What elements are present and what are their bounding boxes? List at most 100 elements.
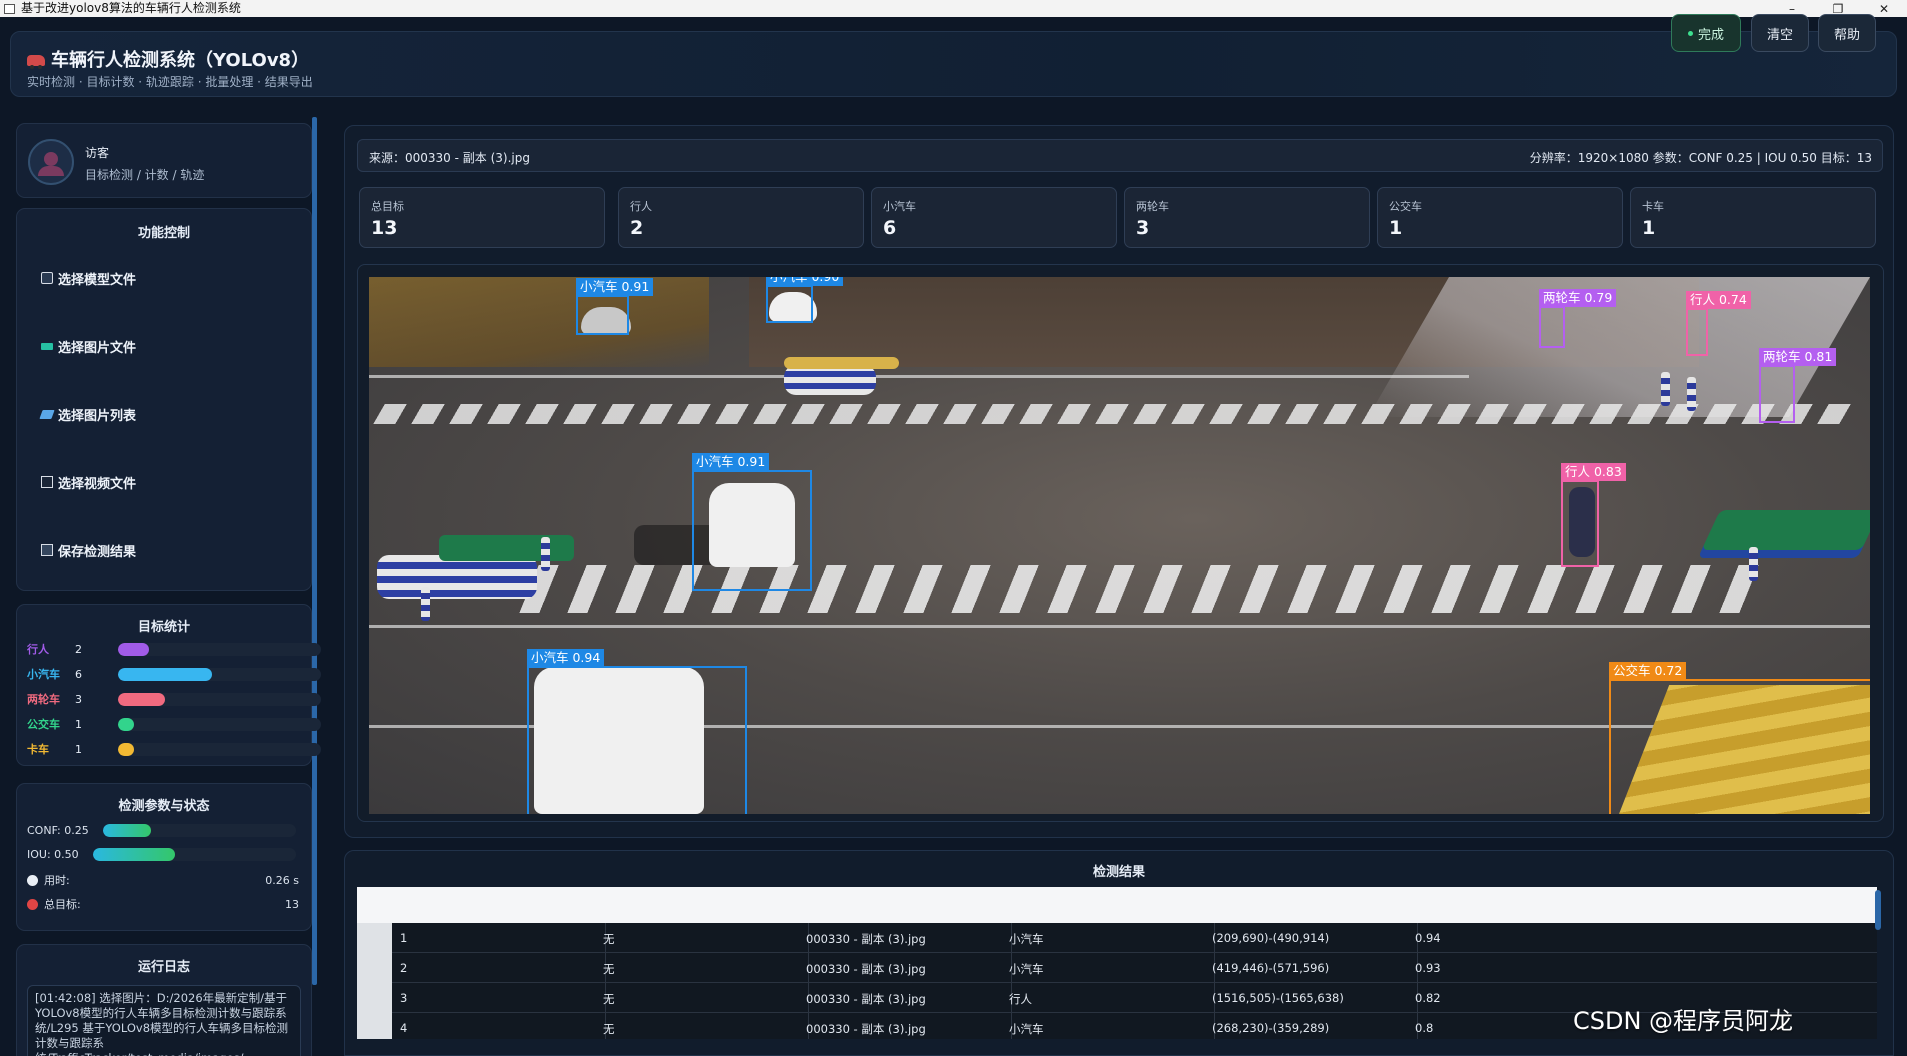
stat-label: 行人 xyxy=(27,643,49,656)
table-cell: 4 xyxy=(400,1021,408,1035)
summary-card-car: 小汽车 6 xyxy=(871,187,1117,248)
clear-button[interactable]: 清空 xyxy=(1751,14,1809,52)
bollard xyxy=(1661,372,1670,406)
table-cell: (419,446)-(571,596) xyxy=(1212,961,1330,975)
summary-value: 1 xyxy=(1642,217,1656,239)
iou-label: IOU: 0.50 xyxy=(27,847,79,861)
stat-label: 两轮车 xyxy=(27,693,60,706)
select-image-list-label: 选择图片列表 xyxy=(58,408,137,424)
user-name: 访客 xyxy=(85,146,110,160)
car-icon xyxy=(27,54,45,69)
sidebar-scrollbar[interactable] xyxy=(312,117,317,985)
save-icon xyxy=(41,544,53,556)
summary-card-bus: 公交车 1 xyxy=(1377,187,1623,248)
table-cell: (268,230)-(359,289) xyxy=(1212,1021,1330,1035)
stat-label: 卡车 xyxy=(27,743,49,756)
image-file-icon xyxy=(41,342,53,350)
stat-bar-track xyxy=(118,718,321,731)
stat-count: 1 xyxy=(75,717,82,731)
target-stats-panel: 目标统计 行人 2 小汽车 6 两轮车 3 公交车 1 卡车 1 xyxy=(16,604,321,766)
select-video-button[interactable]: 选择视频文件 xyxy=(41,468,136,496)
log-textbox[interactable]: [01:42:08] 选择图片：D:/2026年最新定制/基于YOLOv8模型的… xyxy=(27,985,301,1056)
crosswalk-top xyxy=(373,404,1865,424)
table-cell: 小汽车 xyxy=(1009,1022,1044,1036)
grass-island xyxy=(1697,510,1870,558)
summary-label: 两轮车 xyxy=(1136,200,1169,213)
image-list-icon xyxy=(39,409,55,419)
stat-bar-fill xyxy=(118,693,165,706)
table-cell: 000330 - 副本 (3).jpg xyxy=(806,962,926,976)
detection-box: 小汽车 0.91 xyxy=(692,453,812,591)
table-cell: 无 xyxy=(603,992,615,1006)
stat-label: 小汽车 xyxy=(27,668,60,681)
select-image-label: 选择图片文件 xyxy=(58,340,137,356)
app-title-text: 车辆行人检测系统（YOLOv8） xyxy=(51,50,310,71)
table-row[interactable]: 1 无 000330 - 副本 (3).jpg 小汽车 (209,690)-(490,9… xyxy=(392,923,1877,953)
summary-label: 小汽车 xyxy=(883,200,916,213)
table-scrollbar[interactable] xyxy=(1875,890,1881,930)
time-value: 0.26 s xyxy=(265,873,299,887)
table-row[interactable]: 2 无 000330 - 副本 (3).jpg 小汽车 (419,446)-(571,5… xyxy=(392,953,1877,983)
log-title: 运行日志 xyxy=(137,960,190,975)
table-cell: 000330 - 副本 (3).jpg xyxy=(806,1022,926,1036)
summary-card-pedestrian: 行人 2 xyxy=(618,187,864,248)
total-row: 总目标: 13 xyxy=(27,896,307,912)
status-label: 完成 xyxy=(1697,27,1724,43)
lane-line xyxy=(369,625,1870,628)
help-button[interactable]: 帮助 xyxy=(1818,14,1876,52)
detection-image: 小汽车 0.91 小汽车 0.90 两轮车 0.79 行人 0.74 两轮车 0… xyxy=(369,277,1870,814)
select-image-list-button[interactable]: 选择图片列表 xyxy=(39,400,137,428)
select-model-button[interactable]: 选择模型文件 xyxy=(41,264,136,292)
summary-value: 6 xyxy=(883,217,897,239)
table-cell: 0.8 xyxy=(1415,1021,1434,1035)
target-icon xyxy=(27,898,38,910)
summary-label: 公交车 xyxy=(1389,200,1422,213)
summary-card-truck: 卡车 1 xyxy=(1630,187,1876,248)
status-dot-icon xyxy=(1687,30,1693,36)
detection-box: 行人 0.74 xyxy=(1686,291,1751,356)
table-cell: 000330 - 副本 (3).jpg xyxy=(806,992,926,1006)
select-model-label: 选择模型文件 xyxy=(58,272,137,288)
stat-count: 2 xyxy=(75,642,82,656)
table-cell: 无 xyxy=(603,1022,615,1036)
table-cell: 2 xyxy=(400,961,408,975)
select-image-button[interactable]: 选择图片文件 xyxy=(41,332,136,360)
save-results-button[interactable]: 保存检测结果 xyxy=(41,536,136,564)
bollard xyxy=(1749,547,1758,581)
detection-box: 小汽车 0.90 xyxy=(766,277,844,323)
stat-count: 3 xyxy=(75,692,82,706)
user-card: 访客 目标检测 / 计数 / 轨迹 xyxy=(16,123,312,198)
summary-label: 卡车 xyxy=(1642,200,1664,213)
table-cell: 无 xyxy=(603,932,615,946)
function-control-panel: 功能控制 选择模型文件 选择图片文件 选择图片列表 选择视频文件 保存检测结果 xyxy=(16,208,312,591)
save-results-label: 保存检测结果 xyxy=(58,544,137,560)
detection-label: 小汽车 0.91 xyxy=(576,278,654,296)
detection-label: 两轮车 0.81 xyxy=(1759,348,1837,366)
iou-fill xyxy=(93,848,175,861)
app-subtitle: 实时检测 · 目标计数 · 轨迹跟踪 · 批量处理 · 结果导出 xyxy=(27,75,313,89)
conf-track xyxy=(103,824,296,837)
detection-label: 两轮车 0.79 xyxy=(1539,289,1617,307)
conf-label: CONF: 0.25 xyxy=(27,823,89,837)
video-file-icon xyxy=(41,476,53,488)
detection-box: 小汽车 0.91 xyxy=(576,278,654,335)
table-cell: 小汽车 xyxy=(1009,962,1044,976)
stat-bar-track xyxy=(118,668,321,681)
table-cell: 小汽车 xyxy=(1009,932,1044,946)
app-header: 车辆行人检测系统（YOLOv8） 实时检测 · 目标计数 · 轨迹跟踪 · 批量… xyxy=(10,31,1897,97)
iou-track xyxy=(93,848,296,861)
user-role: 目标检测 / 计数 / 轨迹 xyxy=(85,168,205,182)
stopwatch-icon xyxy=(27,874,38,886)
stat-bar-track xyxy=(118,743,321,756)
row-header-column xyxy=(357,923,392,1039)
table-cell: 0.82 xyxy=(1415,991,1441,1005)
summary-value: 13 xyxy=(371,217,398,239)
table-cell: (209,690)-(490,914) xyxy=(1212,931,1330,945)
target-stats-title: 目标统计 xyxy=(137,620,190,635)
status-button[interactable]: 完成 xyxy=(1671,14,1741,52)
watermark: CSDN @程序员阿龙 xyxy=(1573,1007,1794,1035)
detection-box: 行人 0.83 xyxy=(1561,463,1626,567)
median-area xyxy=(369,277,709,367)
table-cell: 1 xyxy=(400,931,408,945)
info-bar: 来源：000330 - 副本 (3).jpg 分辨率：1920×1080 参数：… xyxy=(357,139,1883,172)
